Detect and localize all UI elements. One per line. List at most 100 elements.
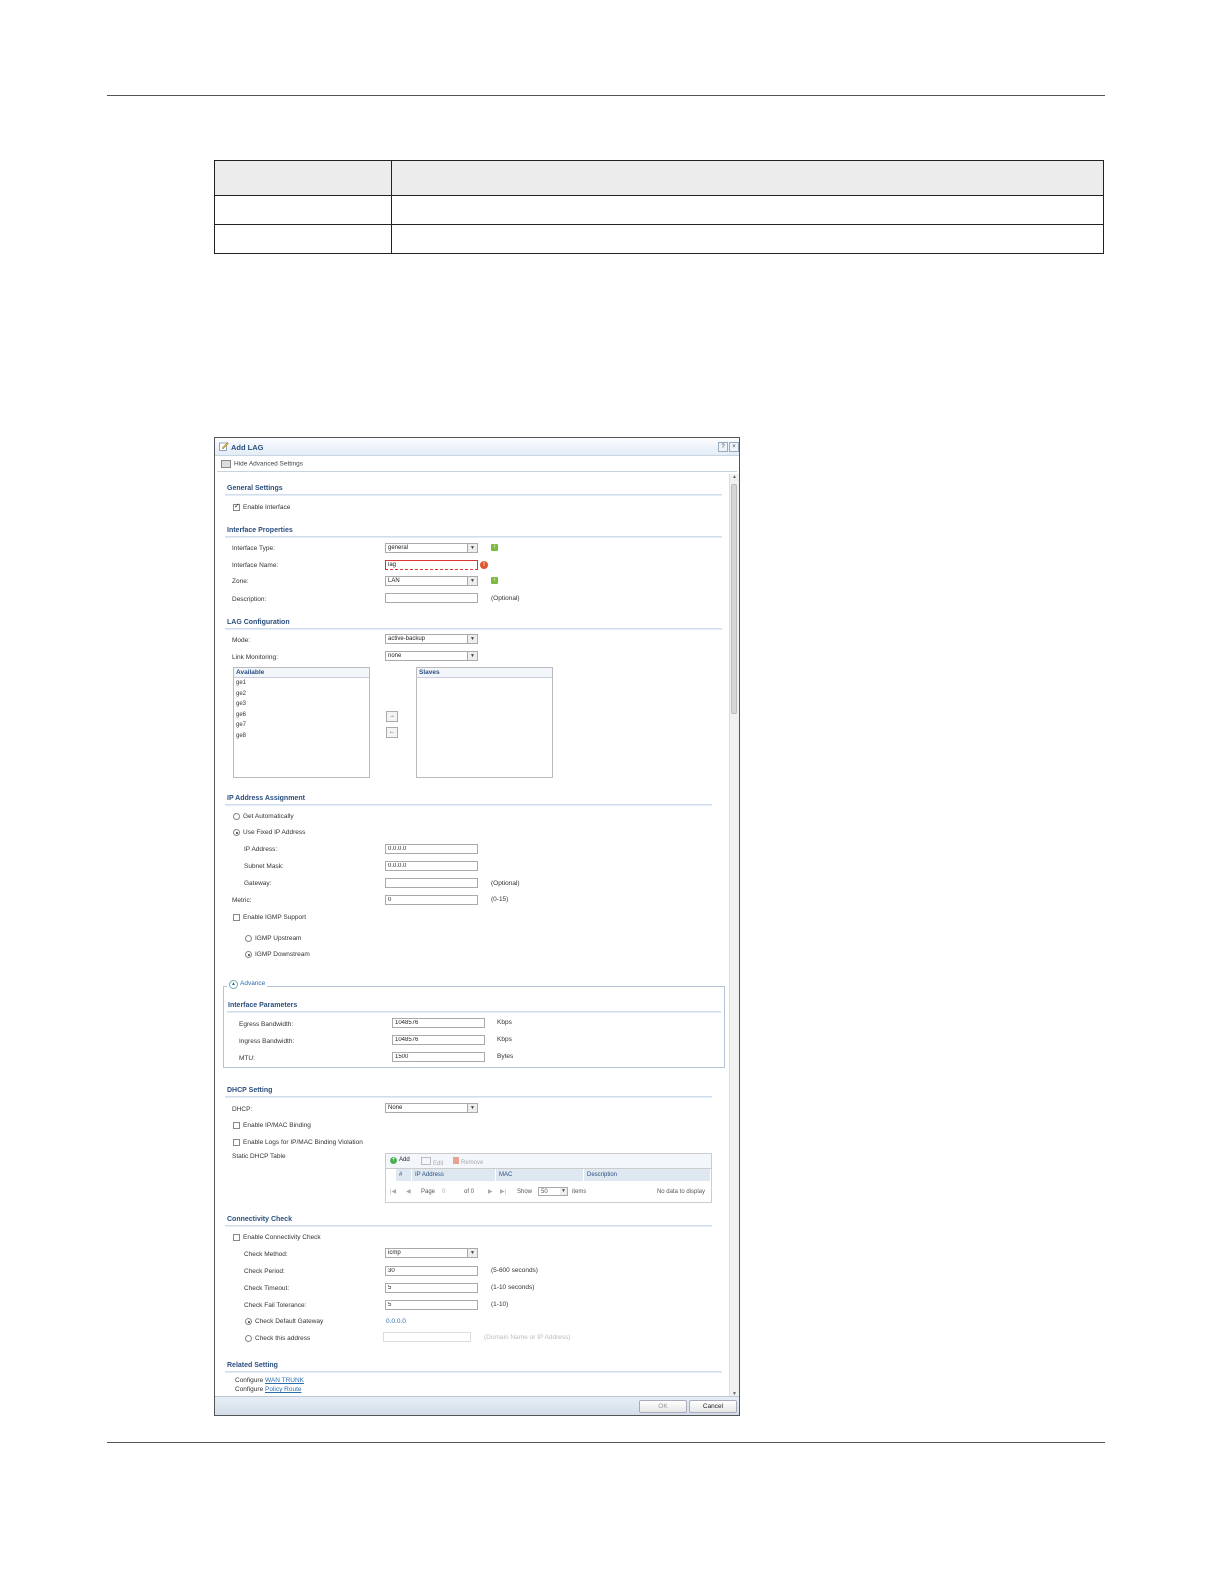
general-settings-heading: General Settings xyxy=(227,485,283,492)
igmp-upstream-label: IGMP Upstream xyxy=(255,935,302,942)
add-button[interactable]: + Add xyxy=(390,1157,410,1164)
egress-bandwidth-input[interactable] xyxy=(392,1018,485,1028)
footer-rule xyxy=(107,1442,1105,1443)
scrollbar-thumb[interactable] xyxy=(731,484,737,714)
column-header[interactable]: Description xyxy=(584,1169,711,1181)
get-automatically-radio[interactable] xyxy=(233,813,240,820)
enable-binding-logs-label: Enable Logs for IP/MAC Binding Violation xyxy=(243,1139,363,1146)
metric-input[interactable] xyxy=(385,895,478,905)
list-item[interactable]: ge7 xyxy=(234,720,369,731)
advance-toggle[interactable]: ▲ Advance xyxy=(227,980,268,989)
list-item[interactable]: ge3 xyxy=(234,699,369,710)
section-divider xyxy=(225,1096,712,1098)
use-fixed-ip-label: Use Fixed IP Address xyxy=(243,829,306,836)
description-optional-hint: (Optional) xyxy=(491,595,520,602)
section-divider xyxy=(225,1371,722,1373)
use-fixed-ip-radio[interactable] xyxy=(233,829,240,836)
enable-igmp-label: Enable IGMP Support xyxy=(243,914,307,921)
zone-select[interactable]: LAN ▼ xyxy=(385,576,478,586)
ip-address-input[interactable] xyxy=(385,844,478,854)
mtu-input[interactable] xyxy=(392,1052,485,1062)
dialog-scrollbar[interactable]: ▲ ▼ xyxy=(729,474,739,1398)
column-header[interactable]: MAC xyxy=(496,1169,584,1181)
enable-ip-mac-binding-label: Enable IP/MAC Binding xyxy=(243,1122,311,1129)
subnet-mask-input[interactable] xyxy=(385,861,478,871)
help-button[interactable]: ? xyxy=(718,442,728,452)
available-list[interactable]: Available ge1 ge2 ge3 ge6 ge7 ge8 xyxy=(233,667,370,778)
check-method-select[interactable]: icmp ▼ xyxy=(385,1248,478,1258)
wan-trunk-link[interactable]: WAN TRUNK xyxy=(265,1377,304,1384)
ip-address-assignment-heading: IP Address Assignment xyxy=(227,795,305,802)
enable-ip-mac-binding-checkbox[interactable] xyxy=(233,1122,240,1129)
last-page-icon[interactable]: ▶| xyxy=(500,1182,506,1202)
items-label: items xyxy=(572,1189,587,1195)
interface-properties-heading: Interface Properties xyxy=(227,527,293,534)
interface-parameters-heading: Interface Parameters xyxy=(228,1002,298,1009)
close-button[interactable]: × xyxy=(729,442,739,452)
check-period-input[interactable] xyxy=(385,1266,478,1276)
check-address-input[interactable] xyxy=(383,1332,471,1342)
add-to-slaves-button[interactable]: → xyxy=(386,711,398,722)
ok-button[interactable]: OK xyxy=(639,1400,687,1413)
cancel-button[interactable]: Cancel xyxy=(689,1400,737,1413)
policy-route-link[interactable]: Policy Route xyxy=(265,1386,302,1393)
no-data-message: No data to display xyxy=(656,1189,705,1195)
enable-binding-logs-checkbox[interactable] xyxy=(233,1139,240,1146)
slaves-list[interactable]: Slaves xyxy=(416,667,553,778)
column-header[interactable]: IP Address xyxy=(412,1169,496,1181)
info-icon: i xyxy=(491,577,498,584)
lag-configuration-heading: LAG Configuration xyxy=(227,619,290,626)
dhcp-setting-heading: DHCP Setting xyxy=(227,1087,273,1094)
check-timeout-input[interactable] xyxy=(385,1283,478,1293)
column-header[interactable]: # xyxy=(396,1169,412,1181)
table-header-row xyxy=(214,160,1104,196)
link-monitoring-select[interactable]: none ▼ xyxy=(385,651,478,661)
ingress-bandwidth-label: Ingress Bandwidth: xyxy=(239,1038,295,1045)
related-wan-trunk: Configure WAN TRUNK xyxy=(235,1377,304,1384)
enable-connectivity-check-checkbox[interactable] xyxy=(233,1234,240,1241)
dhcp-select[interactable]: None ▼ xyxy=(385,1103,478,1113)
enable-igmp-checkbox[interactable] xyxy=(233,914,240,921)
mode-select[interactable]: active-backup ▼ xyxy=(385,634,478,644)
interface-type-select[interactable]: general ▼ xyxy=(385,543,478,553)
mtu-label: MTU: xyxy=(239,1055,255,1062)
info-icon: i xyxy=(491,544,498,551)
gateway-input[interactable] xyxy=(385,878,478,888)
page-input[interactable]: 0 xyxy=(442,1182,445,1202)
hide-advanced-settings-toggle[interactable]: Hide Advanced Settings xyxy=(221,460,303,468)
page-size-select[interactable]: 50 ▼ xyxy=(538,1187,568,1196)
first-page-icon[interactable]: |◀ xyxy=(390,1182,396,1202)
remove-button[interactable]: Remove xyxy=(453,1157,483,1166)
interface-name-label: Interface Name: xyxy=(232,562,279,569)
next-page-icon[interactable]: ▶ xyxy=(488,1182,493,1202)
subnet-mask-label: Subnet Mask: xyxy=(244,863,284,870)
list-item[interactable]: ge1 xyxy=(234,678,369,689)
interface-name-input[interactable] xyxy=(385,560,478,570)
enable-connectivity-check-label: Enable Connectivity Check xyxy=(243,1234,321,1241)
scroll-up-icon[interactable]: ▲ xyxy=(731,474,738,481)
page-count: of 0 xyxy=(464,1189,475,1195)
edit-button[interactable]: Edit xyxy=(421,1157,443,1167)
check-this-address-radio[interactable] xyxy=(245,1335,252,1342)
igmp-upstream-radio[interactable] xyxy=(245,935,252,942)
enable-interface-checkbox[interactable] xyxy=(233,502,240,511)
document-table xyxy=(214,160,1104,254)
description-input[interactable] xyxy=(385,593,478,603)
prev-page-icon[interactable]: ◀ xyxy=(406,1182,411,1202)
connectivity-check-heading: Connectivity Check xyxy=(227,1216,292,1223)
check-this-address-label: Check this address xyxy=(255,1335,311,1342)
check-fail-tolerance-input[interactable] xyxy=(385,1300,478,1310)
igmp-downstream-radio[interactable] xyxy=(245,951,252,958)
list-item[interactable]: ge6 xyxy=(234,710,369,721)
check-default-gateway-radio[interactable] xyxy=(245,1318,252,1325)
remove-from-slaves-button[interactable]: ← xyxy=(386,727,398,738)
check-fail-tolerance-range: (1-10) xyxy=(491,1301,509,1308)
section-divider xyxy=(225,536,722,538)
list-item[interactable]: ge2 xyxy=(234,689,369,700)
chevron-down-icon: ▼ xyxy=(467,1104,477,1112)
section-divider xyxy=(227,1011,721,1013)
mtu-unit: Bytes xyxy=(497,1053,514,1060)
list-item[interactable]: ge8 xyxy=(234,731,369,742)
ingress-bandwidth-input[interactable] xyxy=(392,1035,485,1045)
dialog-footer: OK Cancel xyxy=(215,1396,739,1415)
